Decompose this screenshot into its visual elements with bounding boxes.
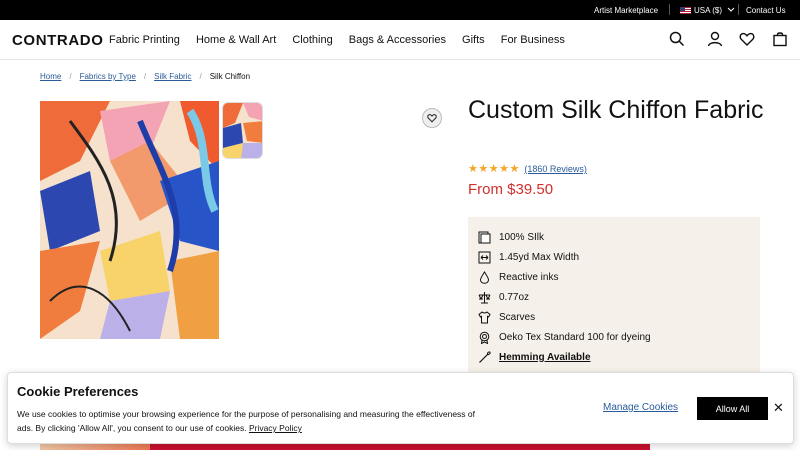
add-to-wishlist-button[interactable] bbox=[422, 108, 442, 128]
star-rating-icon: ★★★★★ bbox=[468, 163, 520, 175]
manage-cookies-link[interactable]: Manage Cookies bbox=[603, 402, 678, 413]
width-icon bbox=[478, 251, 491, 263]
thumbnail-image bbox=[223, 103, 262, 158]
allow-all-button[interactable]: Allow All bbox=[697, 397, 768, 420]
product-title: Custom Silk Chiffon Fabric bbox=[468, 96, 764, 124]
breadcrumb: Home / Fabrics by Type / Silk Fabric / Silk Ch… bbox=[40, 72, 250, 81]
chevron-down-icon bbox=[727, 7, 735, 12]
feature-item: Oeko Tex Standard 100 for dyeing bbox=[478, 329, 651, 345]
us-flag-icon bbox=[680, 7, 691, 14]
product-rating: ★★★★★ (1860 Reviews) bbox=[468, 162, 587, 175]
logo[interactable]: CONTRADO bbox=[12, 32, 103, 49]
breadcrumb-separator: / bbox=[69, 72, 72, 81]
region-label: USA ($) bbox=[694, 6, 723, 15]
nav-gifts[interactable]: Gifts bbox=[462, 34, 485, 46]
feature-item: 100% SIlk bbox=[478, 229, 544, 245]
nav-links: Fabric Printing Home & Wall Art Clothing… bbox=[109, 34, 578, 46]
feature-item: Scarves bbox=[478, 309, 535, 325]
feature-item: Hemming Available bbox=[478, 349, 591, 365]
breadcrumb-separator: / bbox=[199, 72, 202, 81]
search-icon[interactable] bbox=[669, 31, 685, 47]
feature-item: Reactive inks bbox=[478, 269, 558, 285]
breadcrumb-fabrics-by-type[interactable]: Fabrics by Type bbox=[80, 72, 136, 81]
nav-for-business[interactable]: For Business bbox=[501, 34, 565, 46]
wishlist-icon[interactable] bbox=[739, 31, 755, 47]
abstract-print-image bbox=[40, 101, 219, 339]
weight-scale-icon bbox=[478, 291, 491, 303]
product-price: From $39.50 bbox=[468, 181, 554, 198]
divider bbox=[669, 4, 670, 15]
nav-home-wall-art[interactable]: Home & Wall Art bbox=[196, 34, 276, 46]
top-bar: Artist Marketplace USA ($) Contact Us bbox=[0, 0, 800, 20]
hemming-link[interactable]: Hemming Available bbox=[499, 352, 591, 363]
reviews-link[interactable]: (1860 Reviews) bbox=[524, 164, 587, 174]
nav-fabric-printing[interactable]: Fabric Printing bbox=[109, 34, 180, 46]
bag-icon[interactable] bbox=[772, 31, 788, 47]
product-features-panel: 100% SIlk 1.45yd Max Width Reactive inks… bbox=[468, 217, 760, 387]
nav-bags-accessories[interactable]: Bags & Accessories bbox=[349, 34, 446, 46]
needle-icon bbox=[479, 350, 491, 363]
account-icon[interactable] bbox=[707, 31, 723, 47]
product-main-image[interactable] bbox=[40, 101, 219, 339]
feature-label: Oeko Tex Standard 100 for dyeing bbox=[499, 331, 651, 343]
privacy-policy-link[interactable]: Privacy Policy bbox=[249, 423, 302, 433]
feature-label: Reactive inks bbox=[499, 271, 559, 283]
fabric-icon bbox=[478, 231, 491, 243]
main-nav: CONTRADO Fabric Printing Home & Wall Art… bbox=[0, 20, 800, 60]
breadcrumb-silk-fabric[interactable]: Silk Fabric bbox=[154, 72, 191, 81]
breadcrumb-home[interactable]: Home bbox=[40, 72, 61, 81]
heart-icon bbox=[427, 114, 437, 123]
close-icon[interactable]: ✕ bbox=[773, 400, 784, 416]
product-thumbnail[interactable] bbox=[222, 102, 263, 159]
nav-clothing[interactable]: Clothing bbox=[292, 34, 332, 46]
contact-link[interactable]: Contact Us bbox=[746, 6, 786, 15]
feature-item: 0.77oz bbox=[478, 289, 529, 305]
feature-item: 1.45yd Max Width bbox=[478, 249, 579, 265]
cookie-banner: Cookie Preferences We use cookies to opt… bbox=[7, 372, 794, 444]
cookie-text: We use cookies to optimise your browsing… bbox=[17, 407, 477, 435]
cookie-title: Cookie Preferences bbox=[17, 384, 139, 399]
feature-label: Scarves bbox=[499, 311, 536, 323]
tshirt-icon bbox=[478, 310, 491, 323]
ink-drop-icon bbox=[479, 270, 490, 284]
cookie-description: We use cookies to optimise your browsing… bbox=[17, 409, 475, 433]
divider bbox=[738, 4, 739, 15]
breadcrumb-separator: / bbox=[143, 72, 147, 81]
feature-label: 0.77oz bbox=[499, 291, 530, 303]
region-selector[interactable]: USA ($) bbox=[680, 6, 735, 15]
feature-label: 1.45yd Max Width bbox=[499, 251, 580, 263]
artist-marketplace-link[interactable]: Artist Marketplace bbox=[594, 6, 658, 15]
feature-label: 100% SIlk bbox=[499, 231, 545, 243]
breadcrumb-current: Silk Chiffon bbox=[209, 72, 251, 81]
certificate-icon bbox=[479, 331, 490, 344]
